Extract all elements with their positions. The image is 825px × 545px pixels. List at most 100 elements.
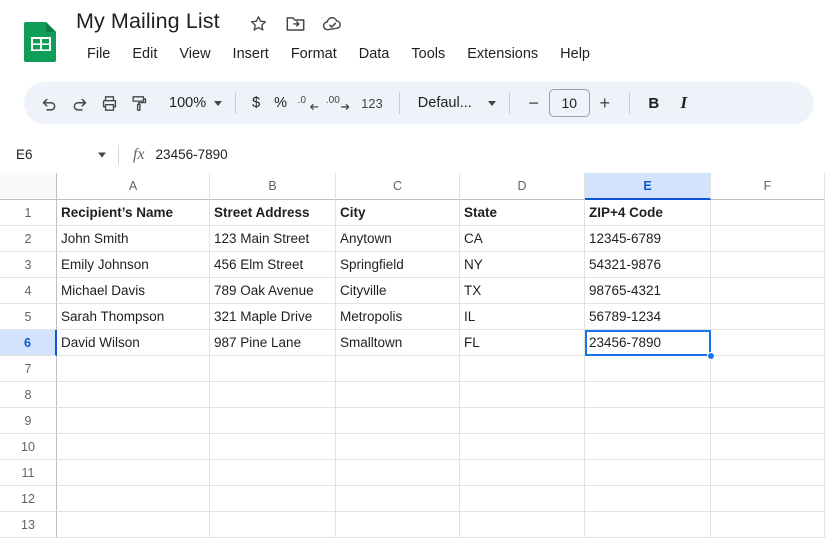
column-header-c[interactable]: C	[336, 173, 460, 200]
row-header-6[interactable]: 6	[0, 330, 57, 356]
cell-b10[interactable]	[210, 434, 336, 460]
row-header-12[interactable]: 12	[0, 486, 57, 512]
cell-d9[interactable]	[460, 408, 585, 434]
cell-d2[interactable]: CA	[460, 226, 585, 252]
cell-b2[interactable]: 123 Main Street	[210, 226, 336, 252]
fill-handle[interactable]	[707, 352, 715, 360]
cell-e12[interactable]	[585, 486, 711, 512]
more-formats-button[interactable]: 123	[354, 88, 390, 118]
cell-b6[interactable]: 987 Pine Lane	[210, 330, 336, 356]
cell-c7[interactable]	[336, 356, 460, 382]
cloud-saved-icon[interactable]	[322, 13, 343, 34]
cell-d13[interactable]	[460, 512, 585, 538]
redo-icon[interactable]	[64, 88, 94, 118]
chevron-down-icon[interactable]	[98, 152, 106, 157]
cell-d4[interactable]: TX	[460, 278, 585, 304]
cell-f6[interactable]	[711, 330, 825, 356]
cell-c12[interactable]	[336, 486, 460, 512]
cell-a10[interactable]	[57, 434, 210, 460]
undo-icon[interactable]	[34, 88, 64, 118]
cell-d6[interactable]: FL	[460, 330, 585, 356]
row-header-5[interactable]: 5	[0, 304, 57, 330]
menu-item-data[interactable]: Data	[348, 44, 401, 64]
menu-item-extensions[interactable]: Extensions	[456, 44, 549, 64]
cell-f12[interactable]	[711, 486, 825, 512]
menu-item-help[interactable]: Help	[549, 44, 601, 64]
star-icon[interactable]	[248, 13, 269, 34]
cell-b7[interactable]	[210, 356, 336, 382]
column-header-d[interactable]: D	[460, 173, 585, 200]
cell-a4[interactable]: Michael Davis	[57, 278, 210, 304]
google-sheets-logo[interactable]	[22, 20, 60, 64]
increase-decimal-icon[interactable]: .00	[324, 88, 354, 118]
cell-f9[interactable]	[711, 408, 825, 434]
row-header-13[interactable]: 13	[0, 512, 57, 538]
cell-b1[interactable]: Street Address	[210, 200, 336, 226]
cell-e10[interactable]	[585, 434, 711, 460]
cell-b5[interactable]: 321 Maple Drive	[210, 304, 336, 330]
cell-e7[interactable]	[585, 356, 711, 382]
cell-c5[interactable]: Metropolis	[336, 304, 460, 330]
menu-item-file[interactable]: File	[76, 44, 121, 64]
cell-e1[interactable]: ZIP+4 Code	[585, 200, 711, 226]
menu-item-view[interactable]: View	[168, 44, 221, 64]
print-icon[interactable]	[94, 88, 124, 118]
cell-d12[interactable]	[460, 486, 585, 512]
cell-c2[interactable]: Anytown	[336, 226, 460, 252]
cell-b12[interactable]	[210, 486, 336, 512]
zoom-selector[interactable]: 100%	[161, 88, 226, 118]
row-header-7[interactable]: 7	[0, 356, 57, 382]
row-header-8[interactable]: 8	[0, 382, 57, 408]
font-size-increase-button[interactable]: +	[590, 88, 620, 118]
row-header-1[interactable]: 1	[0, 200, 57, 226]
menu-item-edit[interactable]: Edit	[121, 44, 168, 64]
column-header-b[interactable]: B	[210, 173, 336, 200]
cell-e11[interactable]	[585, 460, 711, 486]
cell-e6[interactable]: 23456-7890	[585, 330, 711, 356]
cell-a9[interactable]	[57, 408, 210, 434]
percent-format-button[interactable]: %	[267, 88, 294, 118]
font-family-selector[interactable]: Defaul...	[409, 88, 500, 118]
cell-f5[interactable]	[711, 304, 825, 330]
document-title[interactable]: My Mailing List	[76, 9, 220, 34]
menu-item-insert[interactable]: Insert	[222, 44, 280, 64]
cell-c9[interactable]	[336, 408, 460, 434]
cell-d11[interactable]	[460, 460, 585, 486]
currency-format-button[interactable]: $	[245, 88, 267, 118]
cell-d10[interactable]	[460, 434, 585, 460]
cell-c4[interactable]: Cityville	[336, 278, 460, 304]
move-to-folder-icon[interactable]	[285, 13, 306, 34]
cell-e5[interactable]: 56789-1234	[585, 304, 711, 330]
cell-b9[interactable]	[210, 408, 336, 434]
row-header-10[interactable]: 10	[0, 434, 57, 460]
row-header-2[interactable]: 2	[0, 226, 57, 252]
cell-a8[interactable]	[57, 382, 210, 408]
cell-c10[interactable]	[336, 434, 460, 460]
cell-c8[interactable]	[336, 382, 460, 408]
cell-c11[interactable]	[336, 460, 460, 486]
menu-item-tools[interactable]: Tools	[400, 44, 456, 64]
cell-a11[interactable]	[57, 460, 210, 486]
cell-a2[interactable]: John Smith	[57, 226, 210, 252]
select-all-corner[interactable]	[0, 173, 57, 200]
italic-button[interactable]: I	[669, 88, 699, 118]
cell-e4[interactable]: 98765-4321	[585, 278, 711, 304]
cell-f13[interactable]	[711, 512, 825, 538]
cell-d5[interactable]: IL	[460, 304, 585, 330]
cell-b8[interactable]	[210, 382, 336, 408]
row-header-4[interactable]: 4	[0, 278, 57, 304]
cell-e3[interactable]: 54321-9876	[585, 252, 711, 278]
name-box[interactable]: E6	[0, 136, 118, 173]
font-size-decrease-button[interactable]: −	[519, 88, 549, 118]
formula-input[interactable]: 23456-7890	[156, 147, 825, 162]
function-icon[interactable]: fx	[133, 146, 145, 164]
cell-f1[interactable]	[711, 200, 825, 226]
cell-b4[interactable]: 789 Oak Avenue	[210, 278, 336, 304]
cell-f2[interactable]	[711, 226, 825, 252]
cell-e8[interactable]	[585, 382, 711, 408]
cell-a12[interactable]	[57, 486, 210, 512]
cell-d7[interactable]	[460, 356, 585, 382]
cell-f11[interactable]	[711, 460, 825, 486]
cell-b13[interactable]	[210, 512, 336, 538]
cell-d3[interactable]: NY	[460, 252, 585, 278]
